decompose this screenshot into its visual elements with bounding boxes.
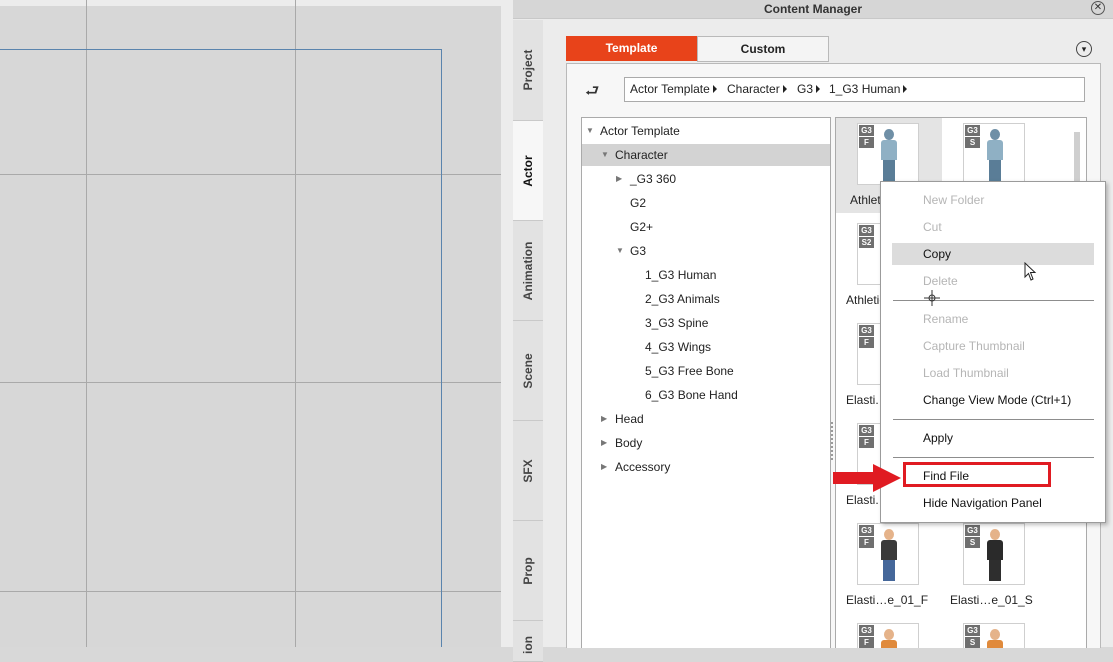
menu-item-load-thumbnail[interactable]: Load Thumbnail (923, 363, 1009, 383)
grid-item[interactable]: G3 F (836, 618, 942, 648)
tree-node[interactable]: 4_G3 Wings (582, 336, 830, 358)
item-thumbnail: G3 F (857, 523, 919, 585)
tab-custom[interactable]: Custom (697, 36, 829, 62)
breadcrumb-item[interactable]: Actor Template (630, 78, 717, 101)
tree-node[interactable]: 2_G3 Animals (582, 288, 830, 310)
tab-prop[interactable]: Prop (513, 521, 543, 621)
tree-node[interactable]: ▶ Head (582, 408, 830, 430)
side-tab-bar: Project Actor Animation Scene SFX Prop i… (513, 20, 543, 662)
window-title: Content Manager (513, 0, 1113, 19)
item-thumbnail: G3 F (857, 123, 919, 185)
item-thumbnail: G3 S (963, 123, 1025, 185)
chevron-right-icon (816, 85, 821, 93)
tab-animation[interactable]: Animation (513, 221, 543, 321)
folder-tree: ▼ Actor Template ▼ Character ▶ _G3 360 G2 G… (581, 117, 831, 648)
expand-right-icon[interactable]: ▶ (601, 408, 607, 430)
actor-figure-icon (880, 529, 898, 581)
expand-right-icon[interactable]: ▶ (601, 456, 607, 478)
breadcrumb-item[interactable]: G3 (797, 78, 821, 101)
tree-node[interactable]: ▼ Actor Template (582, 120, 830, 142)
red-arrow-icon (833, 464, 901, 492)
actor-figure-icon (880, 629, 898, 648)
expand-right-icon[interactable]: ▶ (616, 168, 622, 190)
breadcrumb-item[interactable]: 1_G3 Human (829, 78, 908, 101)
tab-sfx[interactable]: SFX (513, 421, 543, 521)
camera-frame (0, 49, 442, 647)
menu-item-find-file[interactable]: Find File (923, 466, 969, 486)
tree-node[interactable]: ▼ G3 (582, 240, 830, 262)
menu-separator (893, 457, 1094, 458)
item-thumbnail: G3 F (857, 623, 919, 648)
item-thumbnail: G3 S (963, 623, 1025, 648)
viewport-top-strip (0, 0, 501, 6)
back-icon[interactable]: ⮐ (585, 80, 599, 107)
item-thumbnail: G3 S (963, 523, 1025, 585)
menu-item-capture-thumbnail[interactable]: Capture Thumbnail (923, 336, 1025, 356)
expand-down-icon[interactable]: ▼ (616, 240, 624, 262)
tab-scene[interactable]: Scene (513, 321, 543, 421)
context-menu: New Folder Cut Copy Delete Rename Captur… (880, 181, 1106, 523)
tree-node[interactable]: ▼ Character (582, 144, 830, 166)
actor-figure-icon (986, 129, 1004, 181)
menu-item-cut[interactable]: Cut (923, 217, 942, 237)
menu-item-copy[interactable]: Copy (923, 244, 951, 264)
tree-node[interactable]: ▶ Body (582, 432, 830, 454)
grid-item[interactable]: G3 S (942, 618, 1048, 648)
tree-node[interactable]: ▶ Accessory (582, 456, 830, 478)
expand-right-icon[interactable]: ▶ (601, 432, 607, 454)
menu-item-rename[interactable]: Rename (923, 309, 968, 329)
menu-item-change-view-mode[interactable]: Change View Mode (Ctrl+1) (923, 390, 1071, 410)
tab-template[interactable]: Template (566, 36, 697, 61)
tree-node[interactable]: 3_G3 Spine (582, 312, 830, 334)
actor-figure-icon (986, 529, 1004, 581)
grid-item[interactable]: G3 S Elasti…e_01_S (942, 518, 1048, 613)
tree-node[interactable]: G2 (582, 192, 830, 214)
grid-item[interactable]: G3 F Elasti…e_01_F (836, 518, 942, 613)
expand-down-icon[interactable]: ▼ (586, 120, 594, 142)
breadcrumb-item[interactable]: Character (727, 78, 787, 101)
breadcrumb: Actor Template Character G3 1_G3 Human (624, 77, 1085, 102)
viewport-3d[interactable] (0, 0, 501, 647)
mouse-cursor-icon (1024, 262, 1037, 281)
actor-figure-icon (986, 629, 1004, 648)
chevron-down-icon[interactable]: ▾ (1076, 41, 1092, 57)
menu-item-new-folder[interactable]: New Folder (923, 190, 984, 210)
tree-node[interactable]: 1_G3 Human (582, 264, 830, 286)
chevron-right-icon (903, 85, 908, 93)
scrollbar[interactable] (1074, 132, 1080, 182)
panel-divider[interactable] (501, 0, 513, 647)
tree-node[interactable]: 6_G3 Bone Hand (582, 384, 830, 406)
actor-figure-icon (880, 129, 898, 181)
menu-item-hide-navigation-panel[interactable]: Hide Navigation Panel (923, 493, 1042, 513)
tab-actor[interactable]: Actor (513, 121, 543, 221)
tree-node[interactable]: G2+ (582, 216, 830, 238)
menu-item-apply[interactable]: Apply (923, 428, 953, 448)
chevron-right-icon (782, 85, 787, 93)
tree-node[interactable]: ▶ _G3 360 (582, 168, 830, 190)
menu-item-delete[interactable]: Delete (923, 271, 958, 291)
expand-down-icon[interactable]: ▼ (601, 144, 609, 166)
chevron-right-icon (712, 85, 717, 93)
tab-project[interactable]: Project (513, 20, 543, 121)
tab-animation-partial[interactable]: ion (513, 621, 543, 662)
menu-separator (893, 419, 1094, 420)
tree-node[interactable]: 5_G3 Free Bone (582, 360, 830, 382)
crosshair-icon (924, 290, 940, 306)
close-icon[interactable]: ✕ (1091, 1, 1105, 15)
